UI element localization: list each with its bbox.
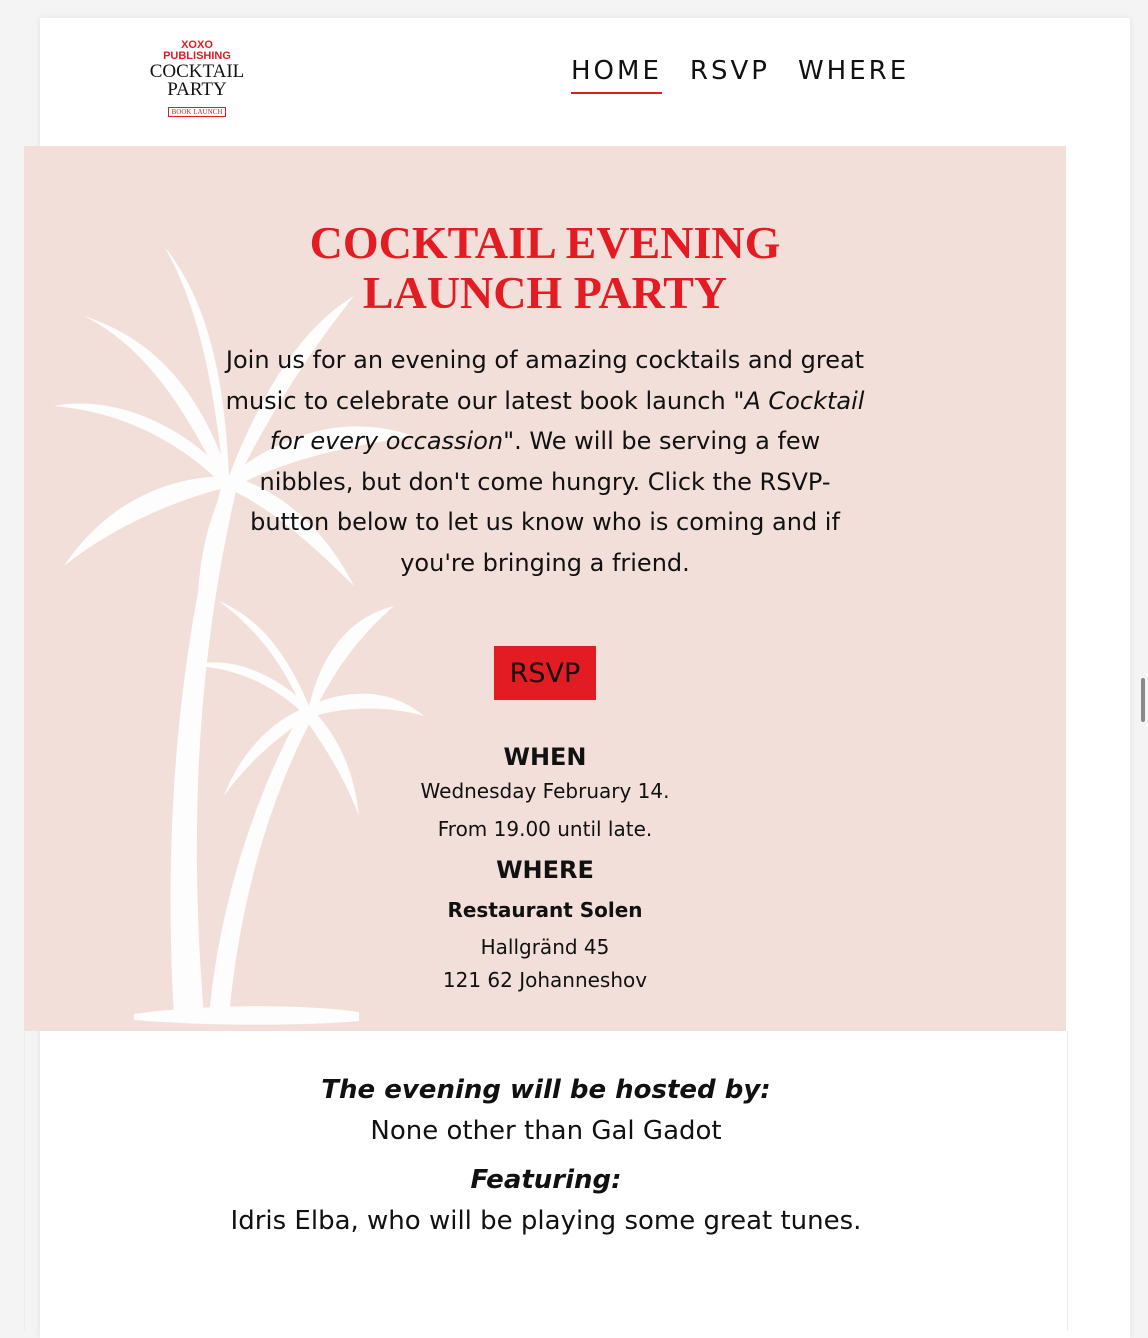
hero-intro: Join us for an evening of amazing cockta… xyxy=(224,340,866,583)
nav-where[interactable]: WHERE xyxy=(798,56,909,94)
event-date: Wednesday February 14. xyxy=(420,779,670,803)
event-details: WHEN Wednesday February 14. From 19.00 u… xyxy=(24,742,1066,994)
logo-tag: BOOK LAUNCH xyxy=(167,107,227,117)
when-heading: WHEN xyxy=(503,743,587,771)
logo[interactable]: XOXO PUBLISHING COCKTAIL PARTY BOOK LAUN… xyxy=(138,38,256,117)
scrollbar[interactable] xyxy=(1141,678,1145,722)
logo-line-party: PARTY xyxy=(167,79,227,100)
hero-title-line-2: LAUNCH PARTY xyxy=(362,267,728,318)
logo-line-xoxo: XOXO xyxy=(181,39,213,51)
hero-title: COCKTAIL EVENING LAUNCH PARTY xyxy=(24,218,1066,318)
hero-section: COCKTAIL EVENING LAUNCH PARTY Join us fo… xyxy=(24,146,1066,1031)
venue-street: Hallgränd 45 xyxy=(480,935,610,959)
main-nav: HOME RSVP WHERE xyxy=(571,56,909,94)
hosted-by-name: None other than Gal Gadot xyxy=(370,1116,722,1146)
featuring-heading: Featuring: xyxy=(470,1165,622,1195)
hosted-by-heading: The evening will be hosted by: xyxy=(321,1075,771,1105)
host-section: The evening will be hosted by: None othe… xyxy=(24,1031,1068,1331)
nav-home[interactable]: HOME xyxy=(571,56,662,94)
event-time: From 19.00 until late. xyxy=(437,817,653,841)
venue-name: Restaurant Solen xyxy=(447,898,643,922)
venue-city: 121 62 Johanneshov xyxy=(442,968,648,992)
nav-rsvp[interactable]: RSVP xyxy=(690,56,770,94)
featuring-text: Idris Elba, who will be playing some gre… xyxy=(230,1206,862,1236)
hero-title-line-1: COCKTAIL EVENING xyxy=(309,217,781,268)
where-heading: WHERE xyxy=(496,856,594,884)
rsvp-button[interactable]: RSVP xyxy=(494,646,596,700)
